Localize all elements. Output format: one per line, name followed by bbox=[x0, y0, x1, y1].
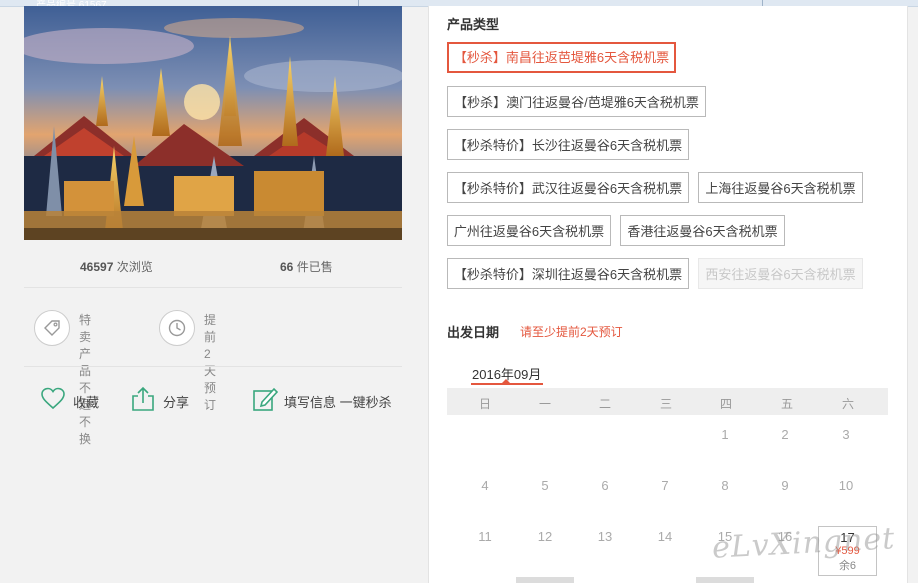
weekday: 六 bbox=[841, 397, 854, 411]
feature-line1: 特卖产品 bbox=[79, 313, 92, 378]
calendar-day: 4 bbox=[481, 478, 489, 493]
feature-text: 提前2天预 订 bbox=[204, 312, 216, 414]
share-label: 分享 bbox=[163, 395, 190, 410]
weekday: 日 bbox=[478, 397, 491, 411]
feature-line1: 提前2天预 bbox=[204, 313, 217, 395]
calendar-day: 9 bbox=[781, 478, 789, 493]
product-stats: 46597 次浏览 66 件已售 bbox=[24, 250, 402, 282]
calendar-day: 7 bbox=[661, 478, 669, 493]
weekday: 二 bbox=[598, 397, 611, 411]
calendar-day: 13 bbox=[597, 529, 613, 544]
calendar-day: 14 bbox=[657, 529, 673, 544]
weekday: 一 bbox=[538, 397, 551, 411]
favorite-button[interactable]: 收藏 bbox=[40, 386, 110, 414]
edit-icon bbox=[253, 387, 278, 411]
feature-text: 特卖产品 不退不换 bbox=[79, 312, 91, 448]
feature-line2: 订 bbox=[204, 398, 217, 412]
book-now-button[interactable]: 填写信息 一键秒杀 bbox=[252, 386, 402, 414]
product-option[interactable]: 【秒杀特价】长沙往返曼谷6天含税机票 bbox=[447, 129, 689, 160]
product-option[interactable]: 【秒杀特价】深圳往返曼谷6天含税机票 bbox=[447, 258, 689, 289]
calendar-day-partial[interactable] bbox=[696, 577, 754, 583]
sold-label: 件已售 bbox=[296, 260, 333, 274]
temple-illustration bbox=[24, 6, 402, 240]
calendar-day: 10 bbox=[838, 478, 854, 493]
product-option-disabled: 西安往返曼谷6天含税机票 bbox=[698, 258, 863, 289]
calendar-day: 1 bbox=[721, 427, 729, 442]
calendar-day: 8 bbox=[721, 478, 729, 493]
calendar-day: 3 bbox=[842, 427, 850, 442]
share-icon bbox=[132, 386, 154, 411]
views-label: 次浏览 bbox=[116, 260, 153, 274]
views-stat: 46597 次浏览 bbox=[80, 258, 153, 275]
calendar-day: 5 bbox=[541, 478, 549, 493]
product-option[interactable]: 香港往返曼谷6天含税机票 bbox=[620, 215, 785, 246]
heart-icon bbox=[41, 387, 65, 410]
tag-icon bbox=[34, 310, 70, 346]
divider bbox=[24, 287, 402, 288]
divider bbox=[24, 366, 402, 367]
weekday-header: 日 一 二 三 四 五 六 bbox=[447, 388, 888, 415]
calendar-day: 6 bbox=[601, 478, 609, 493]
calendar-day: 2 bbox=[781, 427, 789, 442]
booking-hint: 请至少提前2天预订 bbox=[520, 325, 623, 339]
views-count: 46597 bbox=[80, 260, 114, 274]
calendar-day-partial[interactable] bbox=[516, 577, 574, 583]
product-option[interactable]: 上海往返曼谷6天含税机票 bbox=[698, 172, 863, 203]
weekday: 三 bbox=[659, 397, 672, 411]
book-now-label: 填写信息 一键秒杀 bbox=[284, 395, 392, 410]
calendar-day: 11 bbox=[478, 529, 492, 544]
calendar-day: 12 bbox=[537, 529, 553, 544]
product-option[interactable]: 【秒杀】南昌往返芭堤雅6天含税机票 bbox=[447, 42, 676, 73]
month-tab-pointer bbox=[502, 379, 510, 383]
departure-date-title: 出发日期 bbox=[447, 325, 500, 340]
product-hero-image[interactable] bbox=[24, 6, 402, 240]
product-option[interactable]: 广州往返曼谷6天含税机票 bbox=[447, 215, 611, 246]
month-tab-underline bbox=[471, 383, 543, 385]
product-option[interactable]: 【秒杀】澳门往返曼谷/芭堤雅6天含税机票 bbox=[447, 86, 706, 117]
share-button[interactable]: 分享 bbox=[130, 386, 200, 414]
sold-count: 66 bbox=[280, 260, 294, 274]
weekday: 四 bbox=[719, 397, 732, 411]
sold-stat: 66 件已售 bbox=[280, 258, 333, 275]
clock-icon bbox=[159, 310, 195, 346]
favorite-label: 收藏 bbox=[73, 395, 100, 410]
product-type-title: 产品类型 bbox=[447, 17, 500, 32]
product-option[interactable]: 【秒杀特价】武汉往返曼谷6天含税机票 bbox=[447, 172, 689, 203]
weekday: 五 bbox=[780, 397, 793, 411]
